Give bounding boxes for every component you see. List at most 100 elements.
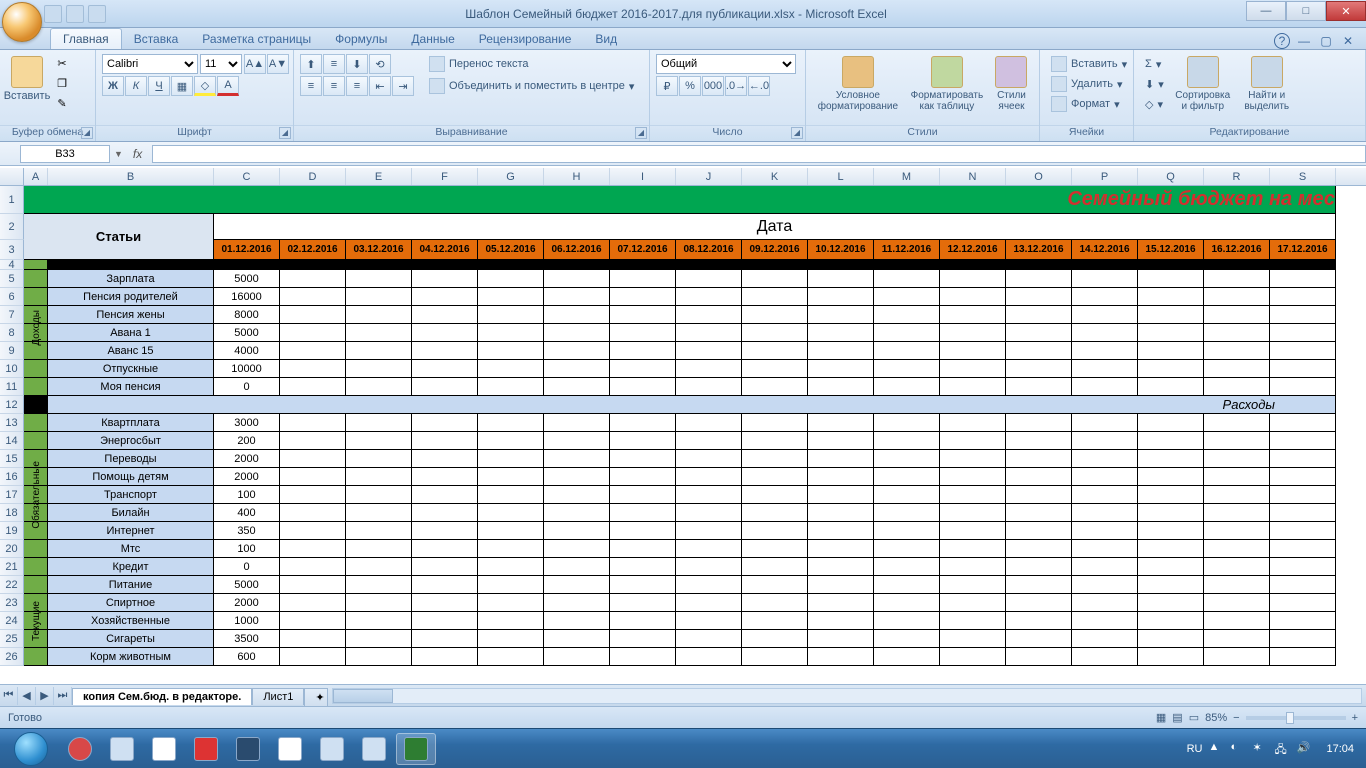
- data-cell[interactable]: [940, 450, 1006, 468]
- data-cell[interactable]: [412, 378, 478, 396]
- data-cell[interactable]: [610, 414, 676, 432]
- value-cell[interactable]: 10000: [214, 360, 280, 378]
- data-cell[interactable]: [478, 270, 544, 288]
- column-header[interactable]: R: [1204, 168, 1270, 185]
- view-normal-icon[interactable]: ▦: [1156, 711, 1166, 724]
- data-cell[interactable]: [940, 324, 1006, 342]
- data-cell[interactable]: [610, 648, 676, 666]
- data-cell[interactable]: [808, 378, 874, 396]
- align-center-icon[interactable]: ≡: [323, 76, 345, 96]
- data-cell[interactable]: [1072, 378, 1138, 396]
- row-header[interactable]: 2: [0, 214, 24, 240]
- data-cell[interactable]: [610, 576, 676, 594]
- row-header[interactable]: 5: [0, 270, 24, 288]
- data-cell[interactable]: [280, 288, 346, 306]
- data-cell[interactable]: [808, 648, 874, 666]
- zoom-in-button[interactable]: +: [1352, 712, 1358, 724]
- data-cell[interactable]: [1138, 324, 1204, 342]
- data-cell[interactable]: [1006, 450, 1072, 468]
- number-format-select[interactable]: Общий: [656, 54, 796, 74]
- data-cell[interactable]: [1006, 504, 1072, 522]
- window-restore-icon[interactable]: ▢: [1318, 33, 1334, 49]
- data-cell[interactable]: [676, 414, 742, 432]
- data-cell[interactable]: [742, 576, 808, 594]
- row-header[interactable]: 12: [0, 396, 24, 414]
- article-name[interactable]: Питание: [48, 576, 214, 594]
- row-header[interactable]: 4: [0, 260, 24, 270]
- data-cell[interactable]: [412, 612, 478, 630]
- data-cell[interactable]: [874, 558, 940, 576]
- data-cell[interactable]: [874, 288, 940, 306]
- data-cell[interactable]: [1072, 486, 1138, 504]
- volume-icon[interactable]: 🔊: [1296, 741, 1312, 757]
- data-cell[interactable]: [1138, 522, 1204, 540]
- data-cell[interactable]: [544, 378, 610, 396]
- currency-icon[interactable]: ₽: [656, 76, 678, 96]
- data-cell[interactable]: [1204, 468, 1270, 486]
- data-cell[interactable]: [874, 450, 940, 468]
- column-header[interactable]: K: [742, 168, 808, 185]
- data-cell[interactable]: [1072, 288, 1138, 306]
- data-cell[interactable]: [940, 432, 1006, 450]
- data-cell[interactable]: [1072, 612, 1138, 630]
- data-cell[interactable]: [1072, 648, 1138, 666]
- border-button[interactable]: ▦: [171, 76, 193, 96]
- tray-icon[interactable]: ◐: [1230, 741, 1246, 757]
- column-header[interactable]: S: [1270, 168, 1336, 185]
- data-cell[interactable]: [1204, 648, 1270, 666]
- autosum-button[interactable]: Σ ▾: [1140, 54, 1169, 74]
- data-cell[interactable]: [1270, 594, 1336, 612]
- data-cell[interactable]: [874, 270, 940, 288]
- data-cell[interactable]: [544, 360, 610, 378]
- data-cell[interactable]: [940, 576, 1006, 594]
- data-cell[interactable]: [412, 576, 478, 594]
- tab-page-layout[interactable]: Разметка страницы: [190, 29, 323, 49]
- data-cell[interactable]: [478, 450, 544, 468]
- data-cell[interactable]: [676, 270, 742, 288]
- data-cell[interactable]: [346, 342, 412, 360]
- data-cell[interactable]: [346, 558, 412, 576]
- data-cell[interactable]: [610, 306, 676, 324]
- data-cell[interactable]: [1006, 342, 1072, 360]
- data-cell[interactable]: [742, 630, 808, 648]
- data-cell[interactable]: [874, 612, 940, 630]
- article-name[interactable]: Квартплата: [48, 414, 214, 432]
- row-header[interactable]: 10: [0, 360, 24, 378]
- data-cell[interactable]: [280, 432, 346, 450]
- taskbar-app[interactable]: [270, 733, 310, 765]
- data-cell[interactable]: [412, 630, 478, 648]
- font-size-select[interactable]: 11: [200, 54, 242, 74]
- data-cell[interactable]: [940, 378, 1006, 396]
- tray-icon[interactable]: ▲: [1208, 741, 1224, 757]
- article-name[interactable]: Спиртное: [48, 594, 214, 612]
- font-dialog-icon[interactable]: ◢: [279, 127, 291, 139]
- data-cell[interactable]: [742, 522, 808, 540]
- data-cell[interactable]: [742, 378, 808, 396]
- data-cell[interactable]: [808, 486, 874, 504]
- row-header[interactable]: 14: [0, 432, 24, 450]
- data-cell[interactable]: [874, 522, 940, 540]
- data-cell[interactable]: [940, 468, 1006, 486]
- language-indicator[interactable]: RU: [1187, 743, 1203, 755]
- data-cell[interactable]: [1072, 342, 1138, 360]
- data-cell[interactable]: [676, 342, 742, 360]
- article-name[interactable]: Кредит: [48, 558, 214, 576]
- align-left-icon[interactable]: ≡: [300, 76, 322, 96]
- data-cell[interactable]: [808, 594, 874, 612]
- data-cell[interactable]: [280, 378, 346, 396]
- formula-input[interactable]: [152, 145, 1366, 163]
- data-cell[interactable]: [874, 594, 940, 612]
- select-all-corner[interactable]: [0, 168, 24, 185]
- data-cell[interactable]: [478, 468, 544, 486]
- data-cell[interactable]: [610, 324, 676, 342]
- data-cell[interactable]: [742, 324, 808, 342]
- data-cell[interactable]: [676, 648, 742, 666]
- data-cell[interactable]: [412, 450, 478, 468]
- row-header[interactable]: 7: [0, 306, 24, 324]
- data-cell[interactable]: [940, 594, 1006, 612]
- data-cell[interactable]: [1138, 432, 1204, 450]
- data-cell[interactable]: [280, 630, 346, 648]
- data-cell[interactable]: [1204, 450, 1270, 468]
- column-header[interactable]: L: [808, 168, 874, 185]
- data-cell[interactable]: [1270, 576, 1336, 594]
